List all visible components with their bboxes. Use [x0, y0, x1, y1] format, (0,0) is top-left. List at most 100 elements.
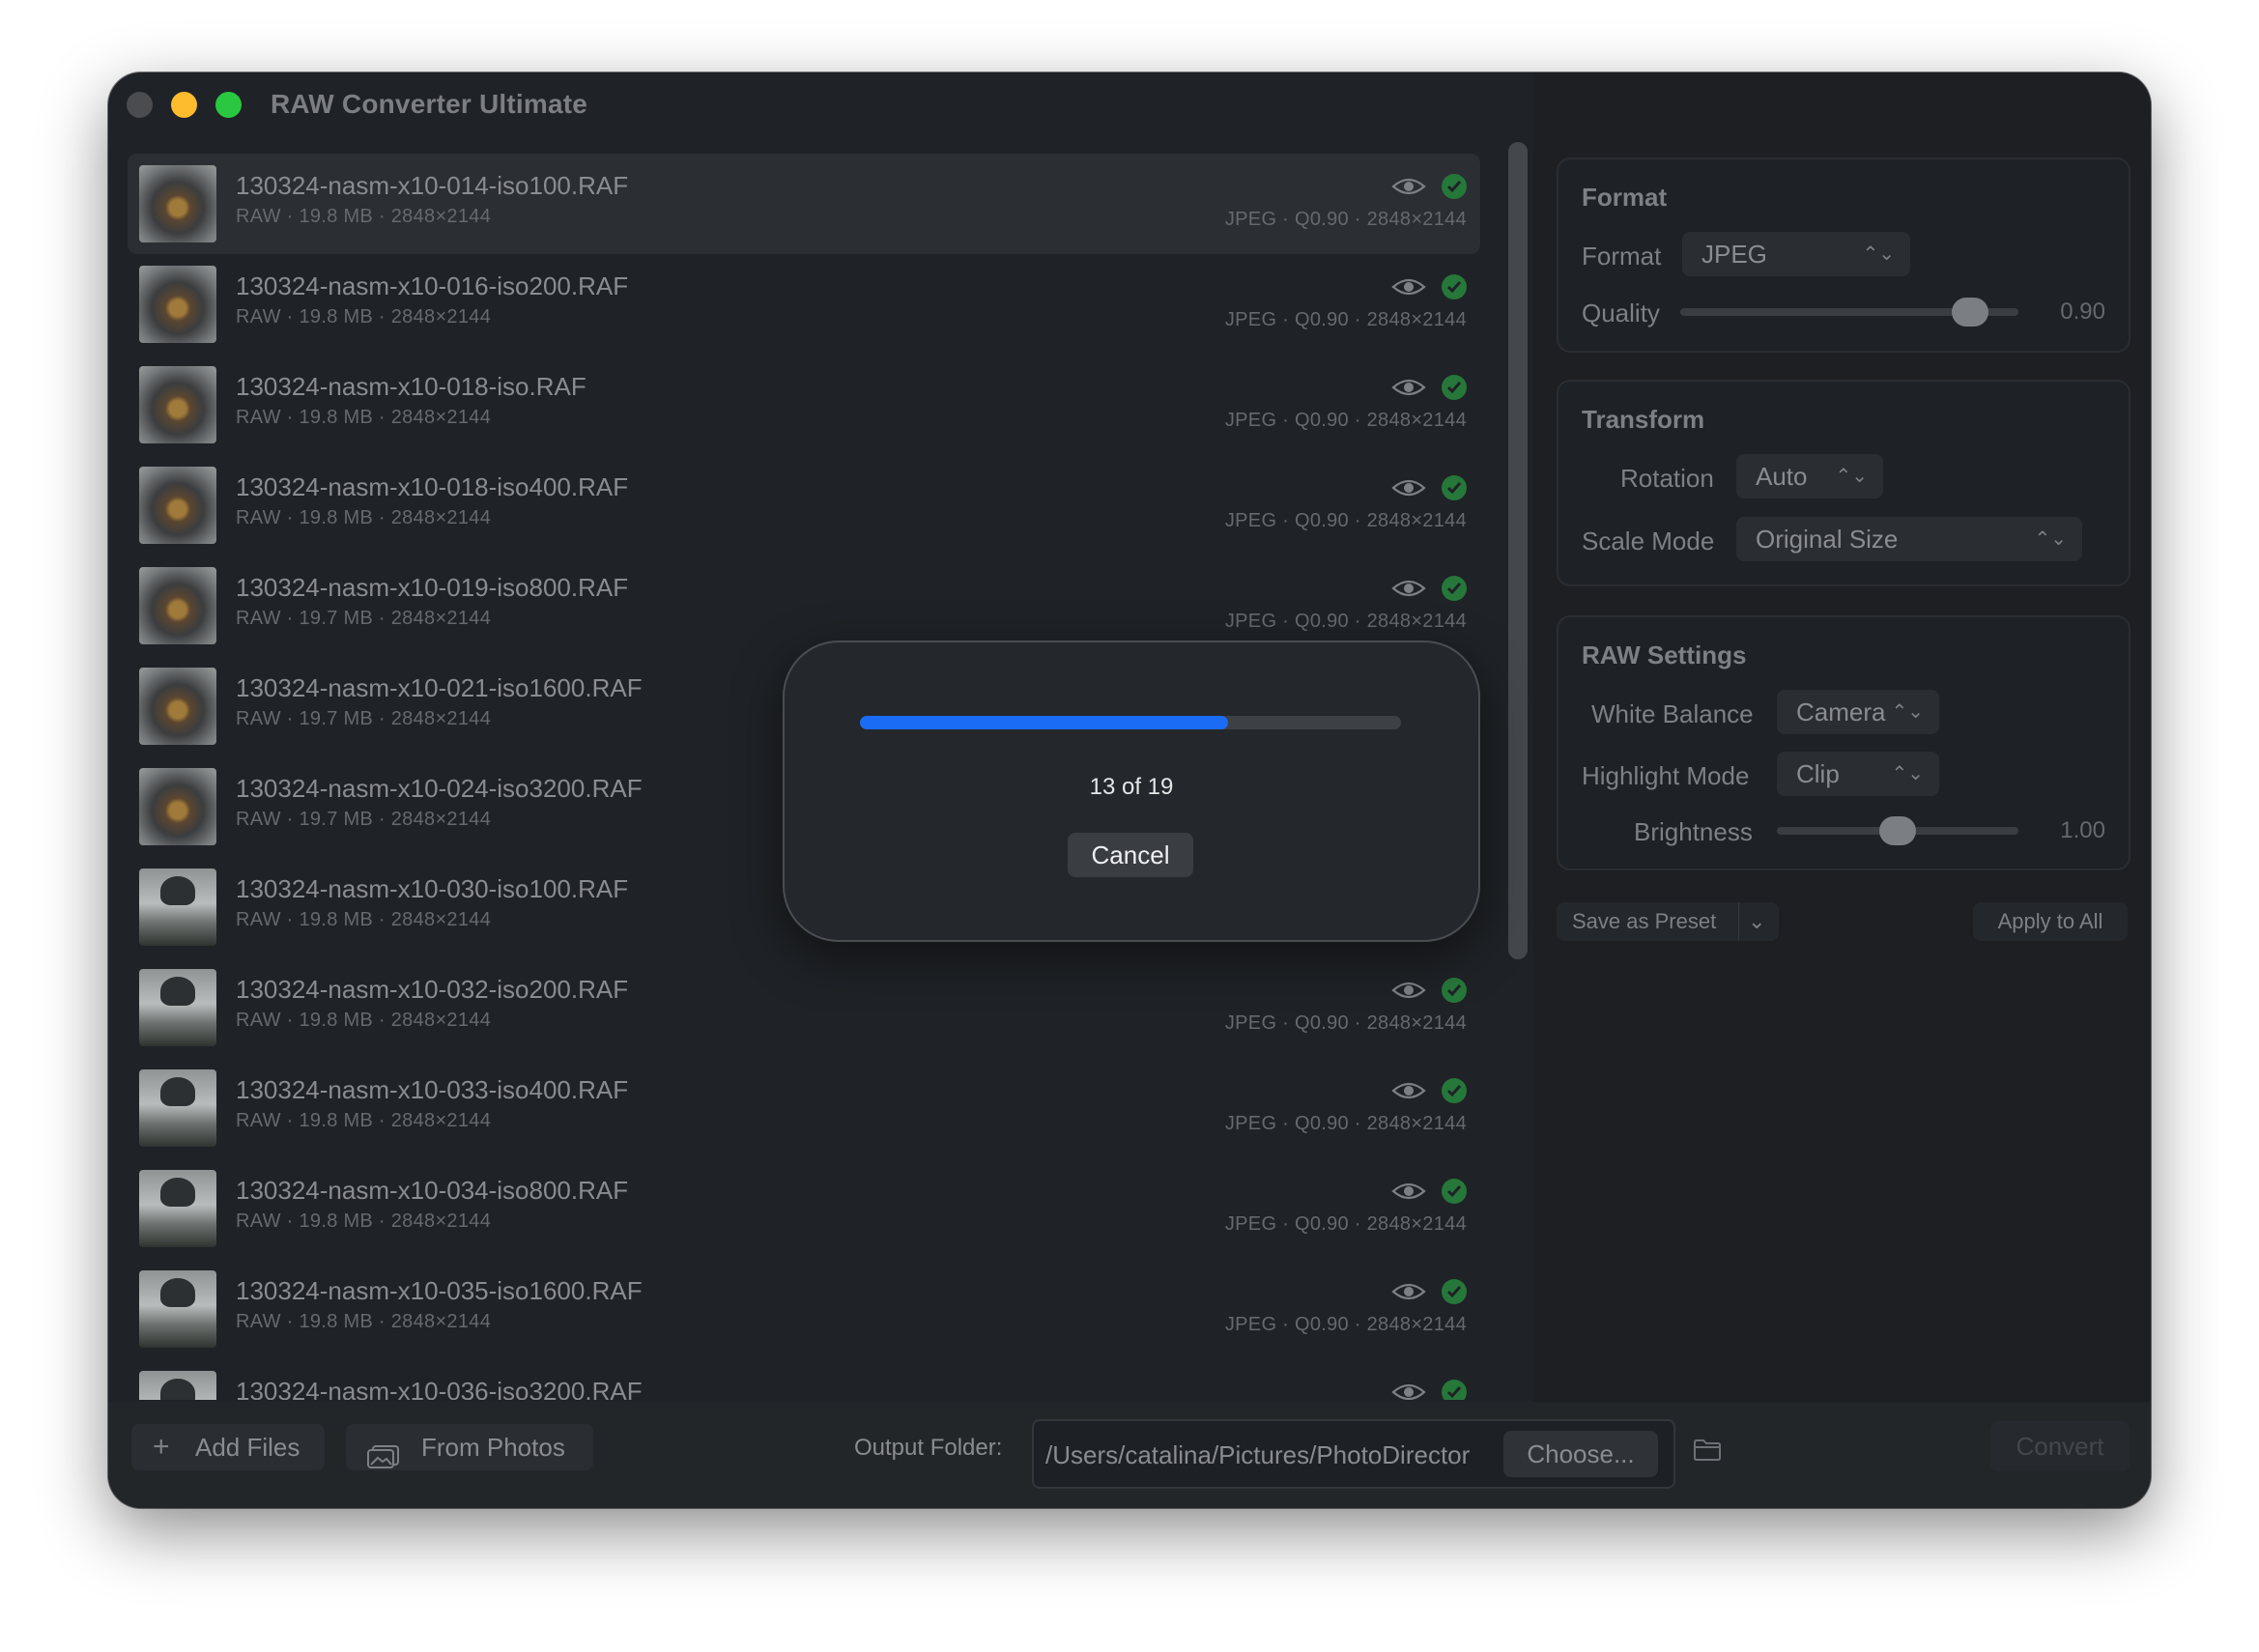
apply-to-all-button[interactable]: Apply to All	[1973, 902, 2128, 941]
eye-icon[interactable]	[1391, 1079, 1426, 1102]
file-row[interactable]: 130324-nasm-x10-018-iso.RAF RAW · 19.8 MB…	[128, 355, 1480, 455]
file-thumbnail	[139, 467, 216, 544]
output-meta: JPEG · Q0.90 · 2848×2144	[1224, 1012, 1467, 1034]
from-photos-button[interactable]: From Photos	[346, 1424, 593, 1470]
file-thumbnail	[139, 266, 216, 343]
eye-icon[interactable]	[1391, 275, 1426, 299]
file-thumbnail	[139, 969, 216, 1046]
checkmark-circle-icon	[1442, 1279, 1467, 1304]
checkmark-circle-icon	[1442, 978, 1467, 1003]
add-files-label: Add Files	[195, 1433, 300, 1462]
checkmark-circle-icon	[1442, 274, 1467, 299]
file-name: 130324-nasm-x10-036-iso3200.RAF	[236, 1377, 643, 1400]
app-window: RAW Converter Ultimate 130324-nasm-x10-0…	[108, 72, 2151, 1508]
button-divider	[1738, 902, 1739, 941]
file-list-scrollbar[interactable]	[1508, 142, 1528, 959]
footer-toolbar: + Add Files From Photos Output Folder: /…	[108, 1402, 2151, 1508]
progress-dialog: 13 of 19 Cancel	[785, 642, 1478, 940]
format-select[interactable]: JPEG ⌃⌄	[1682, 232, 1910, 276]
file-meta: RAW · 19.8 MB · 2848×2144	[236, 1211, 492, 1232]
white-balance-label: White Balance	[1591, 699, 1754, 728]
file-row[interactable]: 130324-nasm-x10-032-iso200.RAF RAW · 19.8…	[128, 957, 1480, 1058]
close-window-button[interactable]	[127, 92, 153, 118]
file-meta: RAW · 19.8 MB · 2848×2144	[236, 1110, 492, 1131]
file-row[interactable]: 130324-nasm-x10-034-iso800.RAF RAW · 19.8…	[128, 1158, 1480, 1259]
file-thumbnail	[139, 1170, 216, 1247]
rotation-label: Rotation	[1620, 464, 1714, 493]
file-row[interactable]: 130324-nasm-x10-014-iso100.RAF RAW · 19.8…	[128, 154, 1480, 254]
checkmark-circle-icon	[1442, 475, 1467, 500]
save-as-preset-label: Save as Preset	[1572, 909, 1717, 933]
eye-icon[interactable]	[1391, 1180, 1426, 1203]
file-row[interactable]: 130324-nasm-x10-036-iso3200.RAF	[128, 1359, 1480, 1400]
file-row[interactable]: 130324-nasm-x10-019-iso800.RAF RAW · 19.7…	[128, 555, 1480, 656]
file-thumbnail	[139, 1270, 216, 1348]
scale-mode-label: Scale Mode	[1582, 527, 1715, 555]
output-meta: JPEG · Q0.90 · 2848×2144	[1224, 309, 1467, 330]
white-balance-select[interactable]: Camera ⌃⌄	[1777, 690, 1939, 734]
file-row[interactable]: 130324-nasm-x10-033-iso400.RAF RAW · 19.8…	[128, 1058, 1480, 1158]
output-meta: JPEG · Q0.90 · 2848×2144	[1224, 410, 1467, 431]
updown-chevron-icon: ⌃⌄	[2034, 528, 2067, 550]
minimize-window-button[interactable]	[171, 92, 197, 118]
file-thumbnail	[139, 668, 216, 745]
zoom-window-button[interactable]	[215, 92, 242, 118]
checkmark-circle-icon	[1442, 375, 1467, 400]
file-row[interactable]: 130324-nasm-x10-016-iso200.RAF RAW · 19.8…	[128, 254, 1480, 355]
output-meta: JPEG · Q0.90 · 2848×2144	[1224, 510, 1467, 531]
eye-icon[interactable]	[1391, 577, 1426, 600]
eye-icon[interactable]	[1391, 1381, 1426, 1400]
checkmark-circle-icon	[1442, 1179, 1467, 1204]
convert-button[interactable]: Convert	[1990, 1421, 2130, 1471]
file-row[interactable]: 130324-nasm-x10-018-iso400.RAF RAW · 19.8…	[128, 455, 1480, 555]
file-meta: RAW · 19.8 MB · 2848×2144	[236, 909, 492, 930]
format-select-value: JPEG	[1701, 240, 1767, 269]
checkmark-circle-icon	[1442, 576, 1467, 601]
file-name: 130324-nasm-x10-014-iso100.RAF	[236, 171, 629, 200]
output-meta: JPEG · Q0.90 · 2848×2144	[1224, 209, 1467, 230]
raw-settings-group-title: RAW Settings	[1582, 641, 1747, 669]
transform-group-title: Transform	[1582, 405, 1705, 434]
highlight-mode-select-value: Clip	[1796, 759, 1840, 788]
brightness-value: 1.00	[2060, 817, 2105, 843]
photos-icon	[367, 1437, 400, 1483]
updown-chevron-icon: ⌃⌄	[1891, 763, 1924, 784]
output-meta: JPEG · Q0.90 · 2848×2144	[1224, 611, 1467, 632]
file-name: 130324-nasm-x10-024-iso3200.RAF	[236, 774, 643, 803]
brightness-slider-knob[interactable]	[1879, 816, 1916, 845]
updown-chevron-icon: ⌃⌄	[1862, 243, 1895, 265]
file-thumbnail	[139, 366, 216, 443]
file-name: 130324-nasm-x10-018-iso.RAF	[236, 372, 586, 401]
eye-icon[interactable]	[1391, 476, 1426, 499]
highlight-mode-select[interactable]: Clip ⌃⌄	[1777, 752, 1939, 796]
output-folder-field[interactable]: /Users/catalina/Pictures/PhotoDirector C…	[1032, 1419, 1675, 1489]
choose-folder-button[interactable]: Choose...	[1503, 1431, 1658, 1477]
rotation-select[interactable]: Auto ⌃⌄	[1736, 454, 1883, 498]
add-files-button[interactable]: + Add Files	[131, 1424, 325, 1470]
eye-icon[interactable]	[1391, 175, 1426, 198]
cancel-button[interactable]: Cancel	[1068, 833, 1193, 877]
file-name: 130324-nasm-x10-035-iso1600.RAF	[236, 1276, 643, 1305]
updown-chevron-icon: ⌃⌄	[1891, 701, 1924, 723]
file-name: 130324-nasm-x10-018-iso400.RAF	[236, 472, 629, 501]
file-meta: RAW · 19.8 MB · 2848×2144	[236, 306, 492, 328]
chevron-down-icon[interactable]: ⌄	[1748, 902, 1765, 941]
save-as-preset-button[interactable]: Save as Preset ⌄	[1557, 902, 1779, 941]
output-folder-label: Output Folder:	[854, 1435, 1003, 1461]
file-meta: RAW · 19.7 MB · 2848×2144	[236, 608, 492, 629]
quality-slider-knob[interactable]	[1951, 298, 1988, 327]
folder-icon[interactable]	[1693, 1438, 1722, 1467]
eye-icon[interactable]	[1391, 376, 1426, 399]
quality-label: Quality	[1582, 299, 1660, 328]
file-name: 130324-nasm-x10-033-iso400.RAF	[236, 1075, 629, 1104]
transform-group: Transform Rotation Auto ⌃⌄ Scale Mode Or…	[1557, 380, 2130, 586]
file-name: 130324-nasm-x10-032-iso200.RAF	[236, 975, 629, 1004]
eye-icon[interactable]	[1391, 979, 1426, 1002]
output-meta: JPEG · Q0.90 · 2848×2144	[1224, 1113, 1467, 1134]
eye-icon[interactable]	[1391, 1280, 1426, 1303]
scale-mode-select[interactable]: Original Size ⌃⌄	[1736, 517, 2082, 561]
rotation-select-value: Auto	[1756, 462, 1808, 491]
file-name: 130324-nasm-x10-030-iso100.RAF	[236, 874, 629, 903]
file-row[interactable]: 130324-nasm-x10-035-iso1600.RAF RAW · 19.…	[128, 1259, 1480, 1359]
white-balance-select-value: Camera	[1796, 698, 1886, 726]
